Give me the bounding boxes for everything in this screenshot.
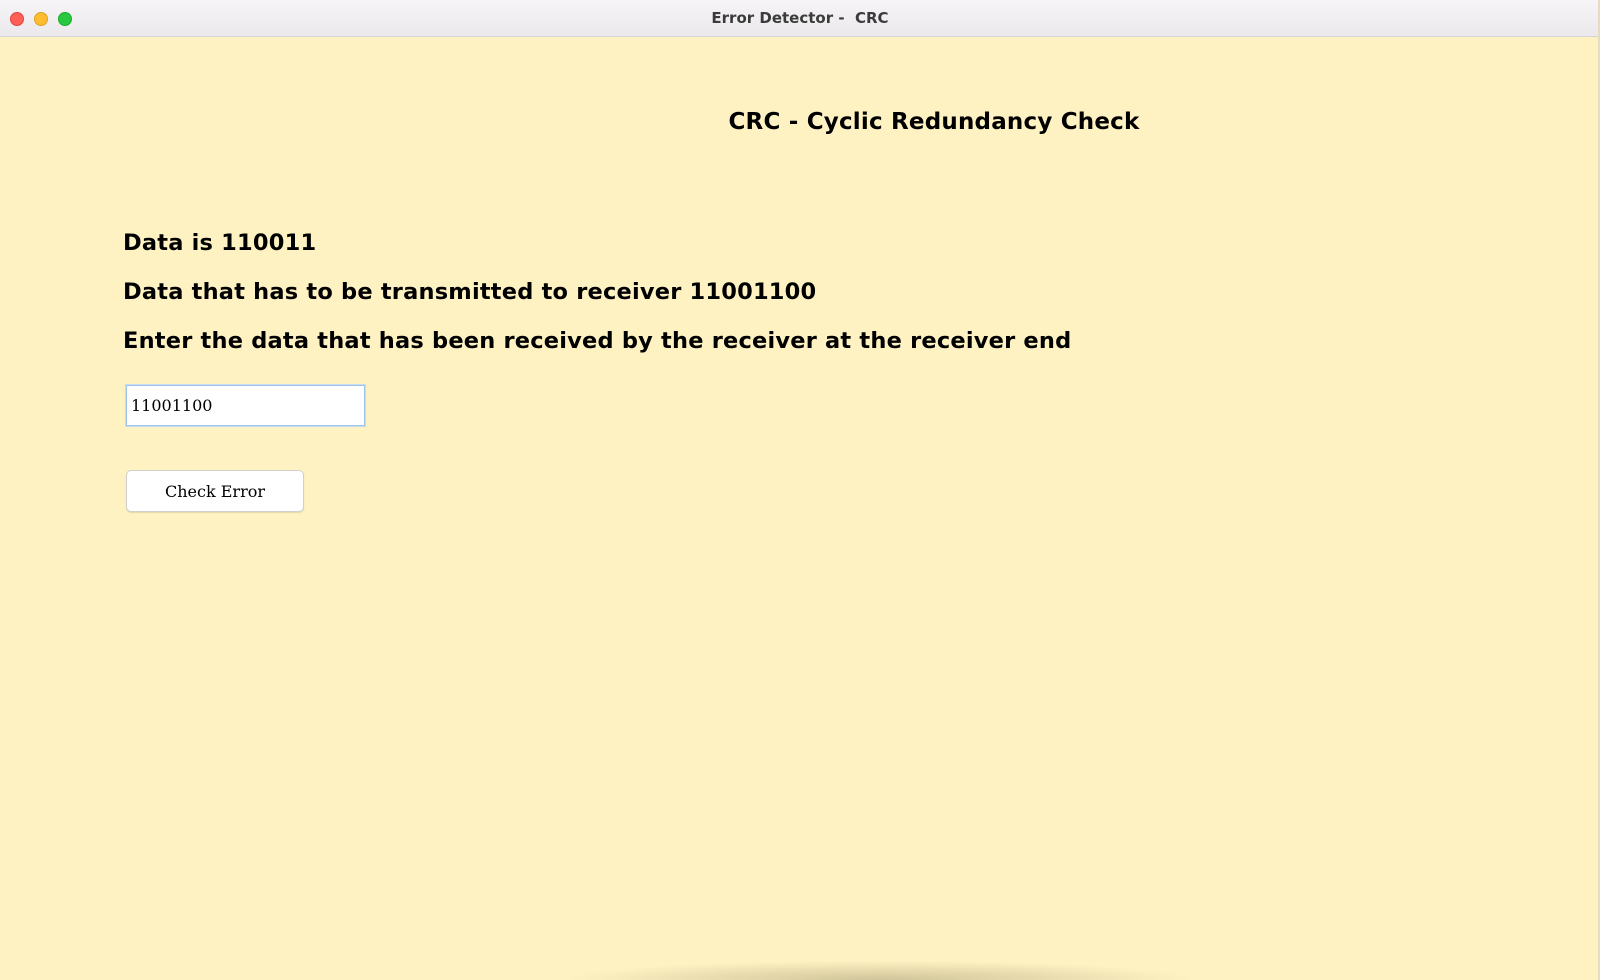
received-data-prompt: Enter the data that has been received by… (123, 328, 1072, 354)
transmitted-data-label: Data that has to be transmitted to recei… (123, 279, 817, 305)
check-error-button[interactable]: Check Error (126, 470, 304, 512)
app-window: Error Detector - CRC CRC - Cyclic Redund… (0, 0, 1600, 980)
title-bar[interactable]: Error Detector - CRC (0, 0, 1600, 37)
window-title: Error Detector - CRC (711, 9, 889, 27)
bottom-shadow (560, 960, 1200, 980)
page-title: CRC - Cyclic Redundancy Check (728, 109, 1140, 135)
data-label: Data is 110011 (123, 230, 317, 256)
received-data-input[interactable] (126, 385, 365, 426)
